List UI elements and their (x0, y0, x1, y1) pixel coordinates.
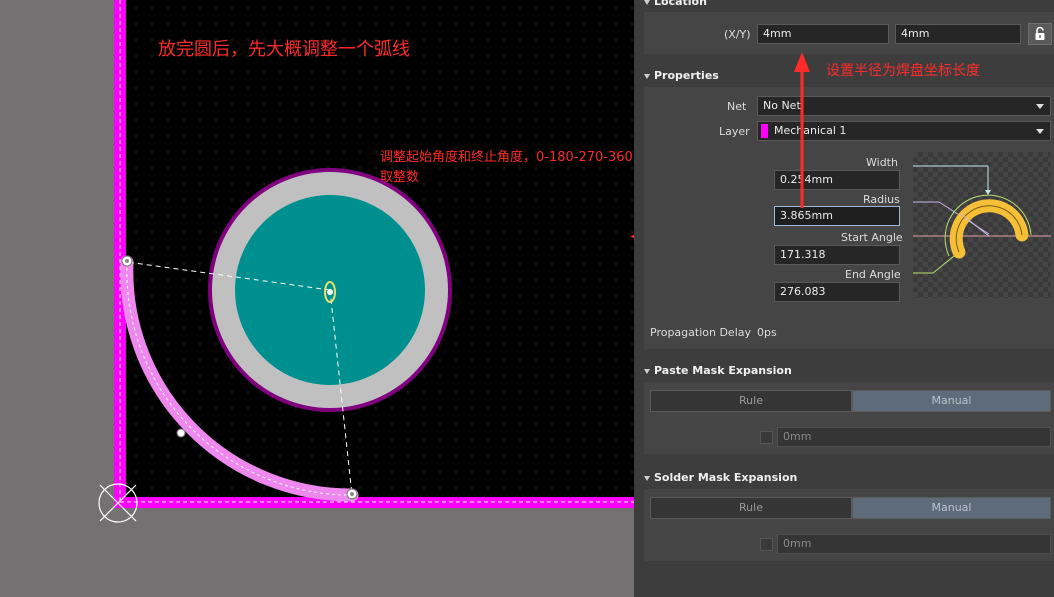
paste-mask-rule-tab[interactable]: Rule (650, 390, 852, 412)
pcb-canvas[interactable]: 放完圆后，先大概调整一个弧线 调整起始角度和终止角度，0-180-270-360… (0, 0, 646, 597)
collapse-icon (644, 0, 650, 5)
solder-mask-section-header[interactable]: Solder Mask Expansion (644, 471, 797, 484)
chevron-down-icon (1036, 129, 1044, 134)
width-label: Width (866, 156, 898, 169)
properties-section-header[interactable]: Properties (644, 69, 719, 82)
lock-icon (1035, 26, 1045, 40)
location-section-header[interactable]: Location (644, 0, 707, 8)
collapse-icon (644, 368, 650, 374)
xy-label: (X/Y) (724, 28, 751, 41)
arc-start-handle-dot (125, 259, 129, 263)
annotation-radius-note: 设置半径为焊盘坐标长度 (826, 63, 980, 79)
paste-mask-checkbox[interactable] (760, 431, 773, 444)
annotation-angle-note-2: 取整数 (380, 170, 420, 185)
chevron-down-icon (1036, 104, 1044, 109)
arc-preview-diagram (913, 152, 1051, 298)
location-x-input[interactable]: 4mm (757, 24, 889, 44)
collapse-icon (644, 73, 650, 79)
annotation-top-note: 放完圆后，先大概调整一个弧线 (158, 39, 410, 60)
paste-mask-manual-tab[interactable]: Manual (852, 390, 1051, 412)
properties-panel: Location (X/Y) 4mm 4mm Properties Net No… (634, 0, 1054, 597)
pcb-drawing[interactable] (0, 0, 634, 597)
arc-center-dot (327, 289, 333, 295)
annotation-angle-note-1: 调整起始角度和终止角度，0-180-270-360， (380, 150, 646, 165)
paste-mask-value-input[interactable]: 0mm (777, 427, 1051, 447)
annotation-arrow-up (794, 52, 810, 208)
end-angle-label: End Angle (845, 268, 901, 281)
net-label: Net (727, 100, 747, 113)
layer-color-swatch (761, 124, 768, 138)
arc-mid-handle[interactable] (176, 428, 186, 438)
radius-label: Radius (863, 193, 900, 206)
collapse-icon (644, 475, 650, 481)
solder-mask-checkbox[interactable] (760, 538, 773, 551)
propagation-delay-label: Propagation Delay (650, 326, 752, 339)
solder-mask-manual-tab[interactable]: Manual (852, 497, 1051, 519)
start-angle-input[interactable]: 171.318 (774, 245, 900, 265)
location-y-input[interactable]: 4mm (895, 24, 1021, 44)
layer-label: Layer (719, 125, 750, 138)
propagation-delay-value: 0ps (757, 326, 777, 339)
solder-mask-value-input[interactable]: 0mm (777, 534, 1051, 554)
arc-end-handle-dot (350, 492, 354, 496)
start-angle-label: Start Angle (841, 231, 903, 244)
lock-button[interactable] (1028, 23, 1052, 45)
end-angle-input[interactable]: 276.083 (774, 282, 900, 302)
solder-mask-rule-tab[interactable]: Rule (650, 497, 852, 519)
paste-mask-section-header[interactable]: Paste Mask Expansion (644, 364, 792, 377)
